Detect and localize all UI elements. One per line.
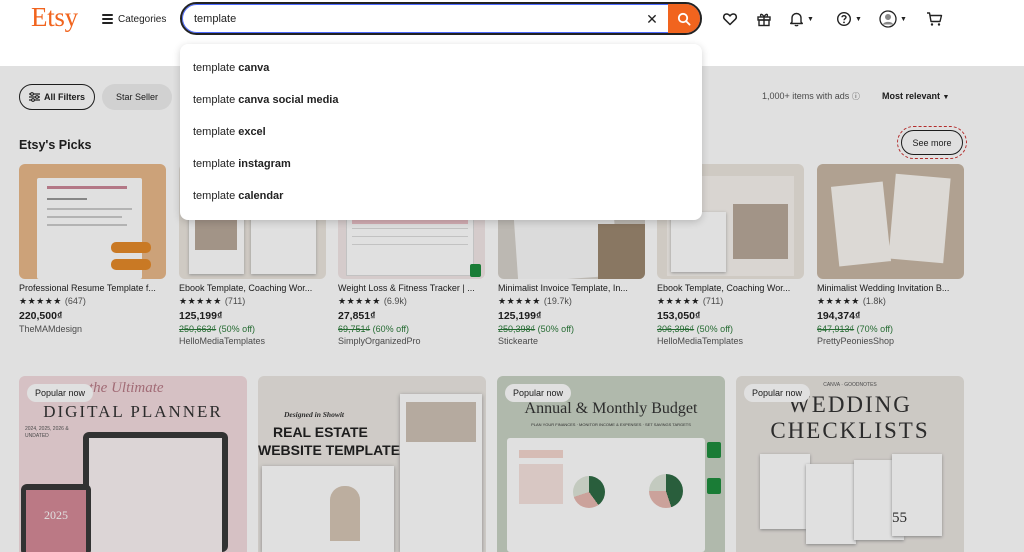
listing-title[interactable]: Professional Resume Template f...	[19, 283, 166, 293]
listing-shop[interactable]: HelloMediaTemplates	[179, 336, 326, 346]
listing-subtitle: 2024, 2025, 2026 & UNDATED	[25, 426, 69, 439]
listing-card[interactable]: CANVA · GOODNOTES WEDDING CHECKLISTS 55 …	[736, 376, 964, 552]
listing-price: 27,851₫	[338, 310, 376, 322]
bell-icon	[790, 12, 803, 27]
sort-dropdown[interactable]: Most relevant ▼	[882, 91, 949, 101]
listing-card[interactable]: Annual & Monthly Budget PLAN YOUR FINANC…	[497, 376, 725, 552]
menu-icon	[102, 14, 113, 24]
listing-rating: ★★★★★ (1.8k)	[817, 296, 886, 306]
listing-count: 55	[892, 510, 907, 526]
search-icon	[677, 12, 691, 26]
gift-icon	[757, 13, 771, 27]
listing-original-price: 250,398₫ (50% off)	[498, 324, 575, 334]
help-icon	[836, 11, 852, 27]
listing-rating: ★★★★★ (711)	[657, 296, 724, 306]
popular-badge: Popular now	[27, 384, 94, 402]
search-input[interactable]	[194, 11, 634, 27]
listing-original-price: 647,913₫ (70% off)	[817, 324, 894, 334]
account-button[interactable]: ▼	[879, 9, 907, 29]
filter-icon	[28, 92, 40, 102]
notifications-button[interactable]: ▼	[789, 9, 814, 29]
chevron-down-icon: ▼	[942, 94, 950, 101]
listing-card[interactable]: Minimalist Wedding Invitation B... ★★★★★…	[817, 164, 964, 346]
chevron-down-icon: ▼	[900, 15, 907, 23]
all-filters-button[interactable]: All Filters	[19, 84, 95, 110]
listing-image[interactable]	[817, 164, 964, 279]
listing-rating: ★★★★★ (19.7k)	[498, 296, 572, 306]
chevron-down-icon: ▼	[855, 15, 862, 23]
listing-image[interactable]	[19, 164, 166, 279]
result-count-text: 1,000+ items with ads	[762, 91, 850, 101]
search-suggestions: template canva template canva social media…	[180, 44, 702, 220]
listing-price: 220,500₫	[19, 310, 63, 322]
categories-label: Categories	[118, 13, 167, 25]
listing-heading: WEBSITE TEMPLATE	[258, 442, 401, 458]
listing-original-price: 250,663₫ (50% off)	[179, 324, 256, 334]
listing-heading: Annual & Monthly Budget	[524, 400, 698, 417]
listing-heading: Designed in Showit	[284, 410, 345, 419]
gift-button[interactable]	[756, 9, 772, 29]
categories-button[interactable]: Categories	[102, 10, 166, 28]
listing-shop[interactable]: HelloMediaTemplates	[657, 336, 804, 346]
listing-card[interactable]: the Ultimate DIGITAL PLANNER 2024, 2025,…	[19, 376, 247, 552]
listing-price: 153,050₫	[657, 310, 701, 322]
listing-heading: DIGITAL PLANNER	[43, 402, 223, 421]
etsy-logo[interactable]: Etsy	[31, 2, 78, 33]
listing-subtitle: PLAN YOUR FINANCES · MONITOR INCOME & EX…	[531, 422, 691, 427]
section-title: Etsy's Picks	[19, 138, 92, 152]
cart-button[interactable]	[926, 9, 943, 29]
favorites-button[interactable]	[722, 9, 738, 29]
listing-title[interactable]: Minimalist Invoice Template, In...	[498, 283, 645, 293]
listing-year: 2025	[26, 490, 86, 552]
sort-label: Most relevant	[882, 91, 941, 101]
heart-icon	[722, 13, 738, 26]
chevron-down-icon: ▼	[807, 15, 814, 23]
suggestion-item[interactable]: template calendar	[193, 186, 283, 206]
search-bar: ✕	[180, 2, 702, 35]
clear-search-icon[interactable]: ✕	[644, 11, 660, 27]
all-filters-label: All Filters	[43, 92, 85, 102]
listing-title[interactable]: Weight Loss & Fitness Tracker | ...	[338, 283, 485, 293]
suggestion-item[interactable]: template instagram	[193, 154, 291, 174]
listing-shop[interactable]: SimplyOrganizedPro	[338, 336, 485, 346]
avatar	[879, 10, 897, 28]
listing-heading: REAL ESTATE	[273, 424, 368, 440]
listing-rating: ★★★★★ (647)	[19, 296, 86, 306]
listing-price: 125,199₫	[498, 310, 542, 322]
see-more-button[interactable]: See more	[897, 126, 967, 159]
popular-badge: Popular now	[505, 384, 572, 402]
suggestion-item[interactable]: template canva social media	[193, 90, 338, 110]
listing-price: 194,374₫	[817, 310, 861, 322]
star-seller-label: Star Seller	[115, 92, 159, 102]
info-icon[interactable]: ⓘ	[852, 92, 860, 101]
listing-rating: ★★★★★ (6.9k)	[338, 296, 407, 306]
listing-shop[interactable]: PrettyPeoniesShop	[817, 336, 964, 346]
listing-card[interactable]: Professional Resume Template f... ★★★★★ …	[19, 164, 166, 334]
listing-rating: ★★★★★ (711)	[179, 296, 246, 306]
listing-title[interactable]: Minimalist Wedding Invitation B...	[817, 283, 964, 293]
listing-shop[interactable]: Stickearte	[498, 336, 645, 346]
suggestion-item[interactable]: template canva	[193, 58, 269, 78]
listing-heading: the Ultimate	[89, 380, 164, 396]
popular-badge: Popular now	[744, 384, 811, 402]
suggestion-item[interactable]: template excel	[193, 122, 266, 142]
help-button[interactable]: ▼	[836, 9, 862, 29]
listing-title[interactable]: Ebook Template, Coaching Wor...	[179, 283, 326, 293]
result-count: 1,000+ items with ads ⓘ	[762, 91, 860, 102]
star-seller-filter[interactable]: Star Seller	[102, 84, 172, 110]
cart-icon	[927, 12, 943, 26]
listing-card[interactable]: Designed in Showit REAL ESTATE WEBSITE T…	[258, 376, 486, 552]
listing-title[interactable]: Ebook Template, Coaching Wor...	[657, 283, 804, 293]
listing-shop[interactable]: TheMAMdesign	[19, 324, 166, 334]
search-button[interactable]	[668, 4, 700, 33]
listing-heading: CHECKLISTS	[770, 418, 930, 443]
listing-price: 125,199₫	[179, 310, 223, 322]
listing-original-price: 69,751₫ (60% off)	[338, 324, 410, 334]
listing-original-price: 306,396₫ (50% off)	[657, 324, 734, 334]
